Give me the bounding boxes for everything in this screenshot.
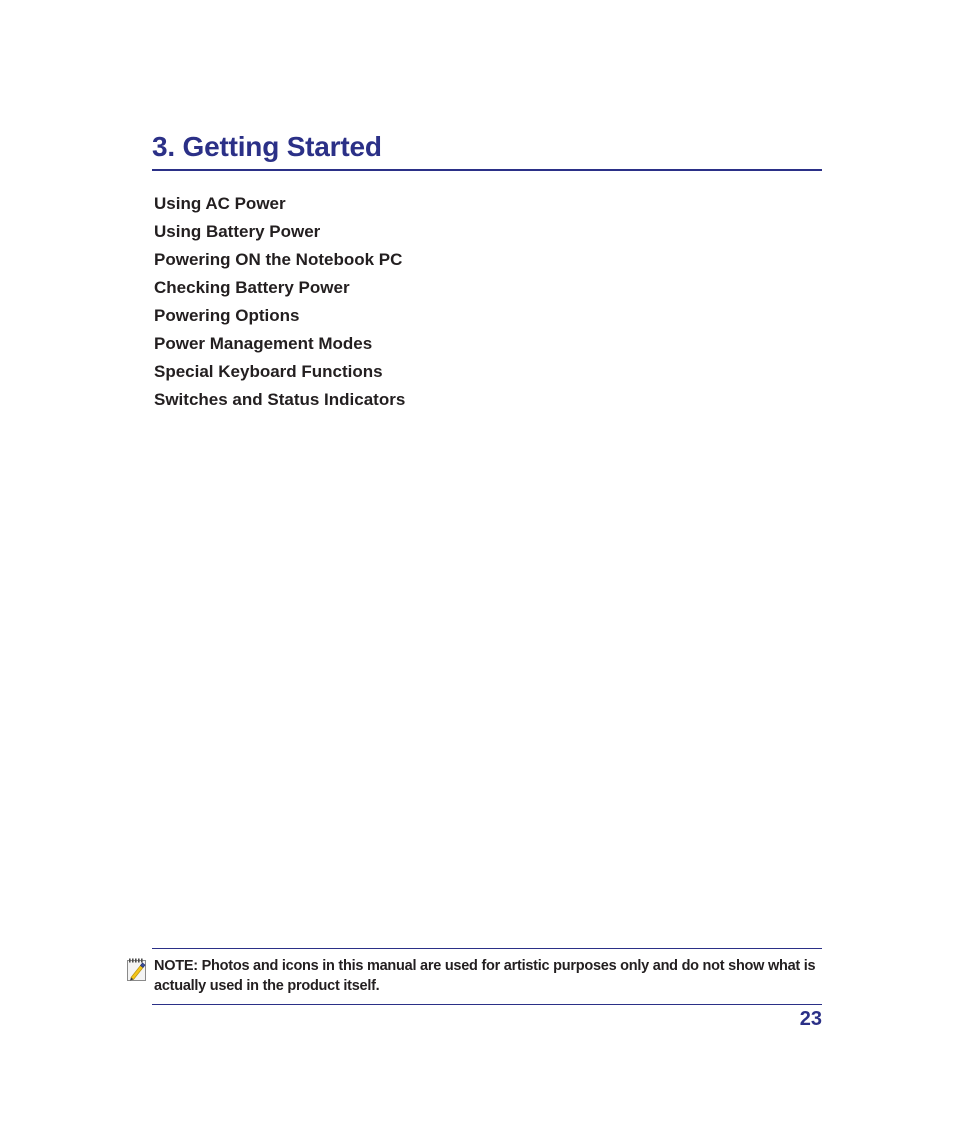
list-item: Switches and Status Indicators <box>154 390 406 409</box>
chapter-header: 3. Getting Started <box>152 130 822 171</box>
list-item: Using AC Power <box>154 194 286 213</box>
list-item: Powering ON the Notebook PC <box>154 250 403 269</box>
note-divider-bottom <box>152 1004 822 1005</box>
page-title: 3. Getting Started <box>152 131 382 162</box>
list-item: Using Battery Power <box>154 222 321 241</box>
note-body: NOTE: Photos and icons in this manual ar… <box>127 949 822 1002</box>
document-page: 3. Getting Started Using AC Power Using … <box>0 0 954 1148</box>
note-block: NOTE: Photos and icons in this manual ar… <box>127 948 822 1005</box>
list-item: Powering Options <box>154 306 300 325</box>
list-item: Checking Battery Power <box>154 278 350 297</box>
chapter-contents-list: Using AC Power Using Battery Power Power… <box>154 190 824 414</box>
note-text: NOTE: Photos and icons in this manual ar… <box>154 958 816 994</box>
list-item: Power Management Modes <box>154 334 373 353</box>
list-item: Special Keyboard Functions <box>154 362 383 381</box>
chapter-title-divider <box>152 169 822 171</box>
notepad-pencil-icon <box>126 958 148 983</box>
page-number: 23 <box>799 1008 822 1030</box>
